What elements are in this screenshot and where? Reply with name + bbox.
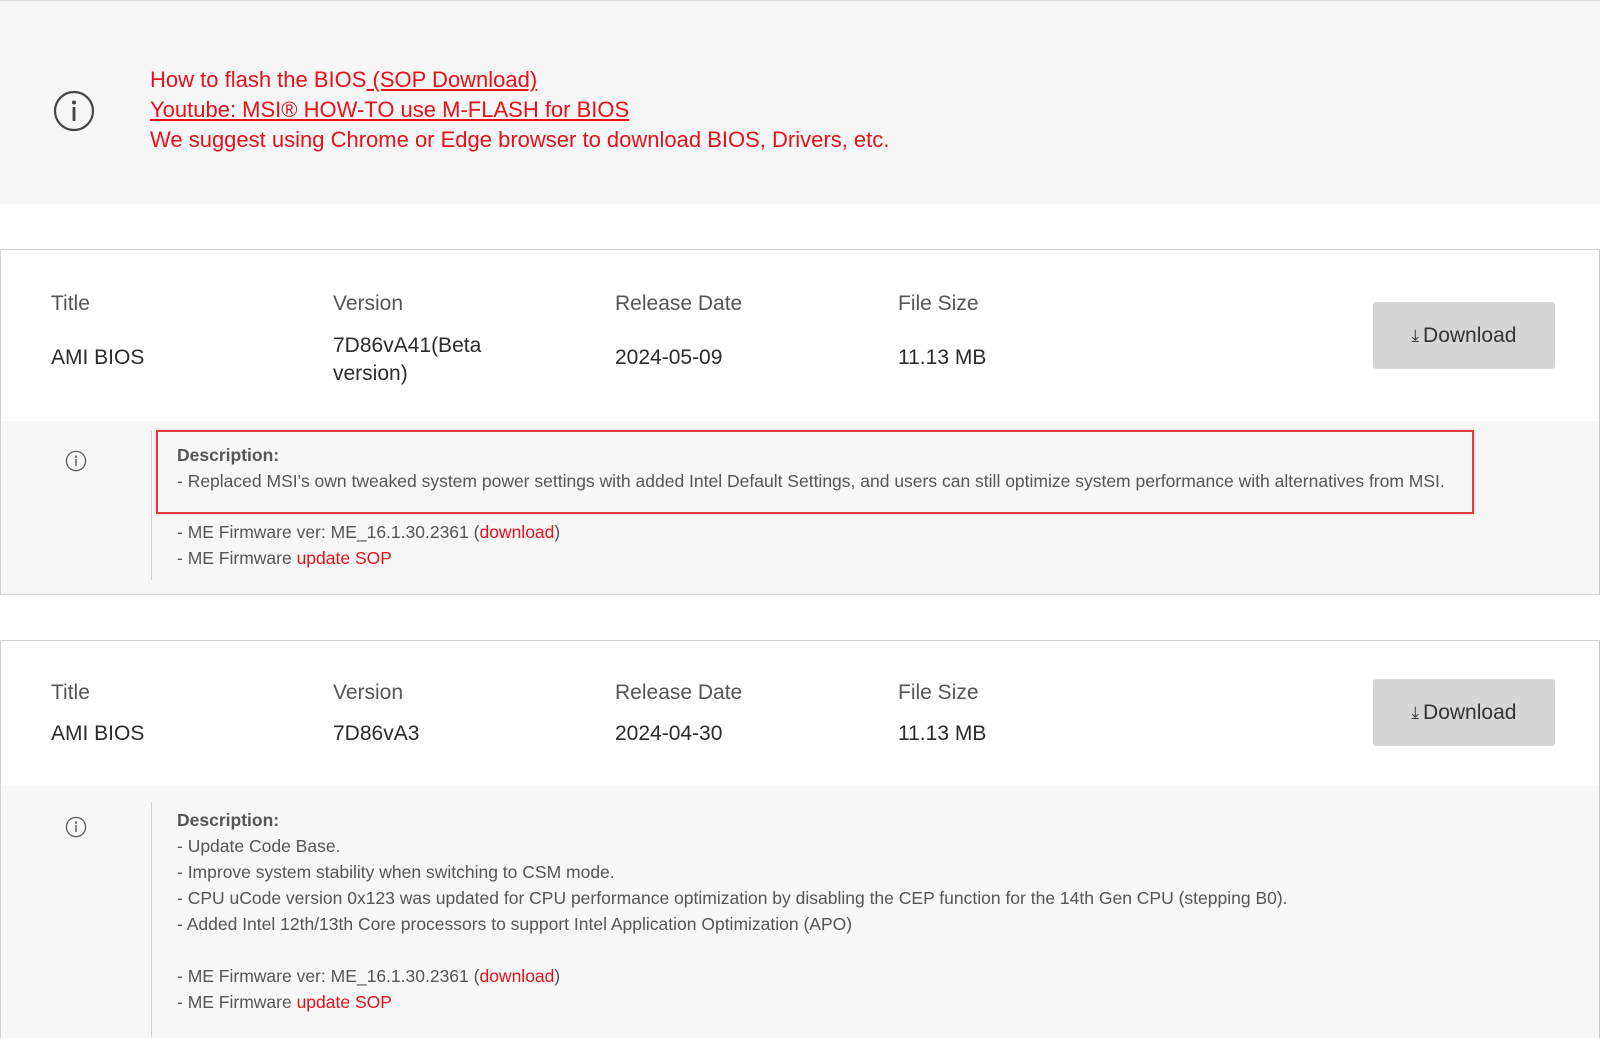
download-arrow-icon: ⤓ [1411,702,1420,722]
bios-description-panel: Description: - Replaced MSI's own tweake… [1,421,1599,594]
version-label: Version [333,681,404,704]
bios-item-card: Title Version Release Date File Size AMI… [0,640,1600,1038]
info-icon [65,450,87,472]
sop-download-link[interactable]: (SOP Download) [366,67,538,92]
me-firmware-sop-line: - ME Firmware update SOP [177,989,1288,1015]
description-divider [151,431,152,580]
description-line: - Added Intel 12th/13th Core processors … [177,914,853,934]
me-firmware-version-line: - ME Firmware ver: ME_16.1.30.2361 (down… [177,963,1288,989]
description-line: - CPU uCode version 0x123 was updated fo… [177,888,1288,908]
download-button[interactable]: ⤓ Download [1373,302,1555,369]
me-firmware-version-suffix: ) [554,966,561,986]
me-firmware-update-sop-link[interactable]: update SOP [297,992,392,1012]
info-icon [53,90,95,132]
description-heading: Description: [177,445,280,465]
bios-release-date: 2024-05-09 [615,346,723,369]
me-firmware-download-link[interactable]: download [479,522,554,542]
notice-browser-suggestion: We suggest using Chrome or Edge browser … [150,127,890,152]
bios-download-page: How to flash the BIOS (SOP Download) You… [0,0,1600,1038]
bios-item-header: Title Version Release Date File Size AMI… [1,641,1599,786]
notice-line-youtube: Youtube: MSI® HOW-TO use M-FLASH for BIO… [150,95,889,125]
download-arrow-icon: ⤓ [1411,325,1420,345]
release-date-label: Release Date [615,681,743,704]
me-firmware-sop-line: - ME Firmware update SOP [177,545,1445,571]
title-label: Title [51,292,90,315]
info-icon [65,816,87,838]
description-line: - Update Code Base. [177,836,341,856]
bios-item-card: Title Version Release Date File Size AMI… [0,249,1600,595]
bios-file-size: 11.13 MB [898,346,987,369]
description-heading: Description: [177,810,280,830]
me-firmware-version-line: - ME Firmware ver: ME_16.1.30.2361 (down… [177,519,1445,545]
bios-title: AMI BIOS [51,722,145,745]
me-firmware-sop-text: - ME Firmware [177,992,297,1012]
bios-notice-panel: How to flash the BIOS (SOP Download) You… [0,0,1600,204]
bios-version-line: version) [333,362,408,385]
release-date-label: Release Date [615,292,743,315]
description-line: - Improve system stability when switchin… [177,862,615,882]
bios-release-date: 2024-04-30 [615,722,723,745]
notice-line-flash: How to flash the BIOS (SOP Download) [150,65,889,95]
version-label: Version [333,292,404,315]
me-firmware-sop-text: - ME Firmware [177,548,297,568]
me-firmware-update-sop-link[interactable]: update SOP [297,548,392,568]
bios-version: 7D86vA41(Beta version) [333,332,481,388]
me-firmware-version-text: - ME Firmware ver: ME_16.1.30.2361 ( [177,966,480,986]
bios-version: 7D86vA3 [333,722,420,745]
me-firmware-download-link[interactable]: download [479,966,554,986]
bios-version-line: 7D86vA41(Beta [333,334,482,357]
description-divider [151,802,152,1037]
description-line: - Replaced MSI's own tweaked system powe… [177,471,1445,491]
bios-description-panel: Description: - Update Code Base. - Impro… [1,786,1599,1038]
file-size-label: File Size [898,292,979,315]
download-button-label: Download [1423,323,1517,347]
download-button[interactable]: ⤓ Download [1373,679,1555,746]
file-size-label: File Size [898,681,979,704]
me-firmware-version-suffix: ) [554,522,561,542]
bios-title: AMI BIOS [51,346,145,369]
bios-file-size: 11.13 MB [898,722,987,745]
youtube-mflash-link[interactable]: Youtube: MSI® HOW-TO use M-FLASH for BIO… [150,97,629,122]
description-body: Description: - Update Code Base. - Impro… [177,807,1288,1015]
notice-text: How to flash the BIOS (SOP Download) You… [150,65,889,155]
download-button-label: Download [1423,700,1517,724]
bios-item-header: Title Version Release Date File Size AMI… [1,250,1599,421]
me-firmware-version-text: - ME Firmware ver: ME_16.1.30.2361 ( [177,522,480,542]
title-label: Title [51,681,90,704]
description-body: Description: - Replaced MSI's own tweake… [177,442,1445,571]
notice-flash-text: How to flash the BIOS [150,67,367,92]
